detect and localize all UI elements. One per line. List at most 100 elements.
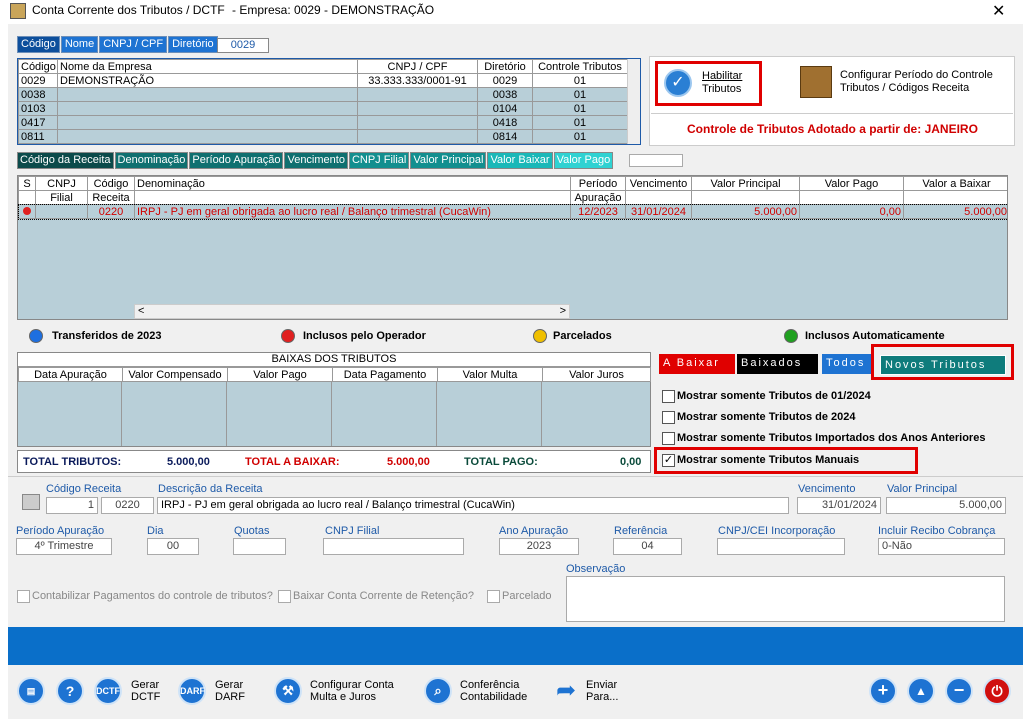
table-row[interactable]: 0417 0418 01 <box>18 115 628 130</box>
print-icon[interactable]: ▤ <box>17 677 45 705</box>
cell: 0417 <box>18 115 58 130</box>
cell: 0814 <box>477 129 533 144</box>
conferencia-button[interactable]: Conferência Contabilidade <box>460 679 527 703</box>
company-scrollbar[interactable] <box>627 59 640 144</box>
col-periodo: Período <box>570 176 626 191</box>
habilitar-line1: Habilitar <box>702 70 743 82</box>
tab-diretorio[interactable]: Diretório <box>168 36 218 53</box>
tools-icon[interactable]: ⚒ <box>274 677 302 705</box>
check-01-2024-label: Mostrar somente Tributos de 01/2024 <box>677 390 871 402</box>
table-row[interactable]: 0220 IRPJ - PJ em geral obrigada ao lucr… <box>18 203 1007 220</box>
table-row[interactable]: 0811 0814 01 <box>18 129 628 144</box>
configurar-conta-l1: Configurar Conta <box>310 679 394 691</box>
configurar-conta-button[interactable]: Configurar Conta Multa e Juros <box>310 679 394 703</box>
table-row[interactable]: 0029 DEMONSTRAÇÃO 33.333.333/0001-91 002… <box>18 73 628 88</box>
tab-cnpj-filial[interactable]: CNPJ Filial <box>348 152 410 169</box>
tab-valor-baixar[interactable]: Valor Baixar <box>487 152 553 169</box>
tab-a-baixar[interactable]: A Baixar <box>659 354 735 374</box>
tab-codigo-receita[interactable]: Código da Receita <box>17 152 114 169</box>
up-icon[interactable]: ▲ <box>907 677 935 705</box>
darf-icon[interactable]: DARF <box>178 677 206 705</box>
quotas-label: Quotas <box>234 525 270 537</box>
cell: 0029 <box>18 73 58 88</box>
gerar-darf-button[interactable]: Gerar DARF <box>215 679 245 703</box>
add-icon[interactable]: + <box>869 677 897 705</box>
table-row[interactable]: 0103 0104 01 <box>18 101 628 116</box>
quotas-stepper[interactable] <box>233 538 286 555</box>
observacao-label: Observação <box>566 563 626 575</box>
close-icon[interactable]: ✕ <box>992 1 1005 21</box>
configurar-line2[interactable]: Tributos / Códigos Receita <box>840 82 969 95</box>
cell: 0,00 <box>799 204 904 219</box>
configurar-line1[interactable]: Configurar Período do Controle <box>840 69 993 82</box>
contab-checkbox[interactable] <box>17 590 30 603</box>
parcelado-checkbox[interactable] <box>487 590 500 603</box>
table-row[interactable]: 0038 0038 01 <box>18 87 628 102</box>
status-band <box>8 627 1023 665</box>
tab-valor-principal[interactable]: Valor Principal <box>410 152 487 169</box>
check-importados[interactable] <box>662 432 675 445</box>
codigo-receita-field[interactable]: 0220 <box>101 497 154 514</box>
codigo-seq-field[interactable]: 1 <box>46 497 98 514</box>
legend-green: Inclusos Automaticamente <box>805 330 945 342</box>
habilitar-button[interactable]: ✓ Habilitar Tributos <box>655 61 762 106</box>
cei-field[interactable] <box>717 538 845 555</box>
title-bar: Conta Corrente dos Tributos / DCTF - Emp… <box>0 0 1023 22</box>
col-denominacao: Denominação <box>134 176 571 191</box>
col-codigo: Código <box>18 59 58 74</box>
power-icon[interactable]: ⏻ <box>983 677 1011 705</box>
tab-todos[interactable]: Todos <box>822 354 871 374</box>
cnpj-filial-field[interactable] <box>323 538 464 555</box>
tab-baixados[interactable]: Baixados <box>737 354 818 374</box>
check-01-2024[interactable] <box>662 390 675 403</box>
tab-cnpj[interactable]: CNPJ / CPF <box>99 36 168 53</box>
enviar-button[interactable]: Enviar Para... <box>586 679 618 703</box>
recibo-select[interactable]: 0-Não <box>878 538 1005 555</box>
legend-blue: Transferidos de 2023 <box>52 330 162 342</box>
scroll-right-icon[interactable]: > <box>560 305 566 317</box>
tab-valor-pago[interactable]: Valor Pago <box>553 152 614 169</box>
company-table: Código Nome da Empresa CNPJ / CPF Diretó… <box>17 58 641 145</box>
col-valor-pago: Valor Pago <box>799 176 904 191</box>
cell: 5.000,00 <box>691 204 800 219</box>
cell: 0029 <box>477 73 533 88</box>
check-manuais[interactable]: ✓ <box>662 454 675 467</box>
receita-search-input[interactable] <box>629 154 683 167</box>
col-filial: Filial <box>35 190 88 205</box>
search-input[interactable]: 0029 <box>217 38 269 53</box>
cell <box>57 115 358 130</box>
gerar-dctf-button[interactable]: Gerar DCTF <box>131 679 160 703</box>
receita-lookup-icon[interactable] <box>22 494 40 510</box>
tab-codigo[interactable]: Código <box>17 36 60 53</box>
valor-principal-field[interactable]: 5.000,00 <box>886 497 1006 514</box>
cell: 0038 <box>477 87 533 102</box>
valor-principal-label: Valor Principal <box>887 483 958 495</box>
descricao-field[interactable]: IRPJ - PJ em geral obrigada ao lucro rea… <box>157 497 789 514</box>
observacao-field[interactable] <box>566 576 1005 622</box>
periodo-field[interactable]: 4º Trimestre <box>16 538 112 555</box>
scroll-left-icon[interactable]: < <box>138 305 144 317</box>
search-icon[interactable]: ⌕ <box>424 677 452 705</box>
dia-field[interactable]: 00 <box>147 538 199 555</box>
check-2024[interactable] <box>662 411 675 424</box>
col-nome: Nome da Empresa <box>57 59 358 74</box>
tributos-hscrollbar[interactable]: < > <box>134 304 570 319</box>
baixar-retencao-checkbox[interactable] <box>278 590 291 603</box>
help-icon[interactable]: ? <box>56 677 84 705</box>
send-arrow-icon[interactable]: ➦ <box>556 677 580 705</box>
company-header-row: Código Nome da Empresa CNPJ / CPF Diretó… <box>18 59 628 74</box>
tab-novos-tributos[interactable]: Novos Tributos <box>880 355 1006 375</box>
total-baixar-label: TOTAL A BAIXAR: <box>245 456 340 468</box>
controle-text: Controle de Tributos Adotado a partir de… <box>687 122 978 136</box>
tab-nome[interactable]: Nome <box>60 36 99 53</box>
vencimento-field[interactable]: 31/01/2024 <box>797 497 881 514</box>
tab-periodo[interactable]: Período Apuração <box>189 152 284 169</box>
dctf-icon[interactable]: DCTF <box>94 677 122 705</box>
window-empresa: - Empresa: 0029 - DEMONSTRAÇÃO <box>232 3 435 17</box>
ano-field[interactable]: 2023 <box>499 538 579 555</box>
tab-vencimento[interactable]: Vencimento <box>284 152 348 169</box>
check-manuais-label: Mostrar somente Tributos Manuais <box>677 454 860 466</box>
remove-icon[interactable]: − <box>945 677 973 705</box>
tab-denominacao[interactable]: Denominação <box>114 152 189 169</box>
referencia-field[interactable]: 04 <box>613 538 682 555</box>
